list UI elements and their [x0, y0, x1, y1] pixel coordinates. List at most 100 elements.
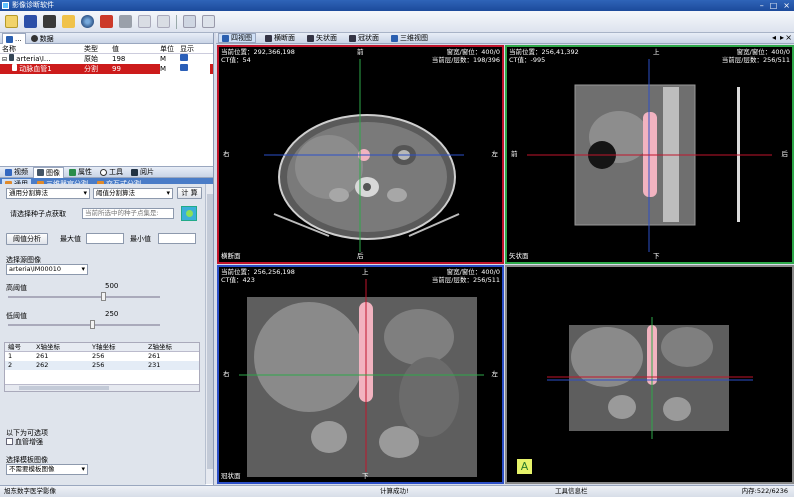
folder-icon[interactable] — [62, 15, 75, 28]
axial-ct-value: CT值：54 — [221, 56, 251, 64]
seed-label: 请选择种子点获取 — [10, 210, 66, 218]
status-bar: 旭东数字医学影像 计算成功! 工具信息栏 内存:522/6236 — [0, 485, 794, 497]
eye-icon[interactable] — [180, 64, 188, 71]
tab-3d[interactable]: 三维视图 — [388, 33, 431, 43]
source-image-label: 选择源图像 — [6, 256, 41, 264]
sagittal-layer: 当前层/层数：256/511 — [721, 56, 790, 64]
minimize-button[interactable]: – — [760, 1, 764, 10]
properties-icon — [69, 168, 76, 176]
reading-icon — [131, 168, 138, 176]
tab-data[interactable]: 数据 — [28, 33, 57, 44]
coronal-ct-image — [239, 279, 484, 477]
tab-video[interactable]: 视频 — [2, 167, 31, 178]
sagittal-window: 窗宽/窗位：400/0 — [736, 48, 790, 56]
toolbar-separator — [176, 14, 177, 29]
min-input[interactable] — [158, 233, 196, 244]
expand-icon[interactable]: ⊟ — [2, 56, 9, 63]
maximize-button[interactable]: □ — [770, 1, 778, 10]
axial-viewport[interactable]: 当前位置：292,366,198 CT值：54 窗宽/窗位：400/0 当前层/… — [217, 45, 504, 264]
list-item[interactable]: ⊟ arteria\I... 原始 198 M — [0, 54, 213, 64]
axial-bottom-orientation: 后 — [357, 252, 364, 260]
source-image-select[interactable]: arteria\IM00010 — [6, 264, 88, 275]
tab-properties[interactable]: 属性 — [66, 167, 95, 178]
sphere-icon[interactable] — [81, 15, 94, 28]
threshold-analysis-button[interactable]: 阈值分析 — [6, 233, 48, 245]
axial-icon — [265, 34, 272, 42]
table-row[interactable]: 1 261 256 261 — [5, 352, 199, 361]
tab-scroll-right-icon[interactable]: ▸ — [780, 33, 784, 42]
close-tab-icon[interactable]: × — [785, 33, 792, 42]
coronal-icon — [349, 34, 356, 42]
coronal-position: 当前位置：256,256,198 — [221, 268, 295, 276]
cut-icon[interactable] — [100, 15, 113, 28]
coronal-view-name: 冠状面 — [221, 472, 241, 480]
table-horizontal-scrollbar[interactable] — [5, 384, 199, 391]
high-threshold-track — [8, 296, 160, 298]
low-threshold-value: 250 — [105, 310, 119, 318]
coronal-window: 窗宽/窗位：400/0 — [446, 268, 500, 276]
new-icon[interactable] — [5, 15, 18, 28]
low-threshold-label: 低阈值 — [6, 312, 27, 320]
seed-picker-button[interactable] — [181, 206, 197, 221]
axial-left-orientation: 右 — [223, 150, 230, 158]
paste-icon[interactable] — [119, 15, 132, 28]
sagittal-viewport[interactable]: 当前位置：256,41,392 CT值：-995 窗宽/窗位：400/0 当前层… — [505, 45, 794, 264]
tab-scroll-left-icon[interactable]: ◂ — [772, 33, 776, 42]
template-select[interactable]: 不需要模板图像 — [6, 464, 88, 475]
high-threshold-slider[interactable] — [101, 292, 106, 301]
close-button[interactable]: × — [783, 1, 790, 10]
save-icon[interactable] — [24, 15, 37, 28]
tab-reading[interactable]: 阅片 — [128, 167, 157, 178]
tab-axial[interactable]: 横断面 — [262, 33, 298, 43]
3d-viewport[interactable]: A — [505, 265, 794, 484]
window-title: 影像诊断软件 — [12, 1, 54, 9]
view-tabs: 四视图 横断面 矢状面 冠状面 三维视图 ◂ ▸ × — [216, 33, 794, 44]
table-header: 编号 X轴坐标 Y轴坐标 Z轴坐标 — [5, 343, 199, 352]
sagittal-ct-image — [527, 59, 772, 252]
redo-icon[interactable] — [157, 15, 170, 28]
vessel-enhance-label: 血管增强 — [15, 438, 43, 446]
eye-icon[interactable] — [180, 54, 188, 61]
coronal-top-orientation: 上 — [362, 268, 369, 276]
sagittal-position: 当前位置：256,41,392 — [509, 48, 579, 56]
coronal-viewport[interactable]: 当前位置：256,256,198 CT值：423 窗宽/窗位：400/0 当前层… — [217, 265, 504, 484]
tab-coronal[interactable]: 冠状面 — [346, 33, 382, 43]
vessel-enhance-checkbox[interactable] — [6, 438, 13, 445]
threshold-algorithm-select[interactable]: 阈值分割算法 — [93, 188, 173, 199]
data-list-header: 名称 类型 值 单位 显示 — [0, 44, 213, 54]
window-icon[interactable] — [202, 15, 215, 28]
open-icon[interactable] — [43, 15, 56, 28]
list-item[interactable]: 动脉血管1 分割 99 M — [0, 64, 213, 74]
sagittal-icon — [307, 34, 314, 42]
tab-image[interactable]: 图像 — [33, 166, 64, 178]
sagittal-left-orientation: 前 — [511, 150, 518, 158]
coronal-ct-value: CT值：423 — [221, 276, 255, 284]
orientation-badge: A — [517, 459, 532, 474]
status-memory: 内存:522/6236 — [741, 487, 788, 495]
compute-button[interactable]: 计 算 — [177, 187, 202, 199]
scroll-thumb[interactable] — [19, 386, 109, 390]
coronal-bottom-orientation: 下 — [362, 472, 369, 480]
algorithm-select[interactable]: 通用分割算法 — [6, 188, 90, 199]
tab-four-views[interactable]: 四视图 — [218, 33, 256, 43]
video-icon — [5, 168, 12, 176]
form-scrollbar[interactable] — [205, 184, 213, 484]
coronal-layer: 当前层/层数：256/511 — [431, 276, 500, 284]
grid-icon — [6, 35, 13, 43]
scroll-thumb[interactable] — [207, 194, 213, 469]
crosshair-icon — [186, 210, 193, 217]
coronal-left-orientation: 右 — [223, 370, 230, 378]
high-threshold-label: 高阈值 — [6, 284, 27, 292]
seed-table: 编号 X轴坐标 Y轴坐标 Z轴坐标 1 261 256 261 2 262 25… — [4, 342, 200, 392]
low-threshold-slider[interactable] — [90, 320, 95, 329]
tab-overview[interactable]: ... — [2, 33, 26, 44]
seed-input[interactable]: 当前所选中的种子点集是: — [82, 208, 174, 219]
undo-icon[interactable] — [138, 15, 151, 28]
tab-tools[interactable]: 工具 — [97, 167, 126, 178]
copy-icon[interactable] — [183, 15, 196, 28]
optional-label: 以下为可选项 — [6, 429, 48, 437]
tab-sagittal[interactable]: 矢状面 — [304, 33, 340, 43]
table-row[interactable]: 2 262 256 231 — [5, 361, 199, 370]
tool-tabs: 视频 图像 属性 工具 阅片 — [0, 166, 213, 178]
max-input[interactable] — [86, 233, 124, 244]
